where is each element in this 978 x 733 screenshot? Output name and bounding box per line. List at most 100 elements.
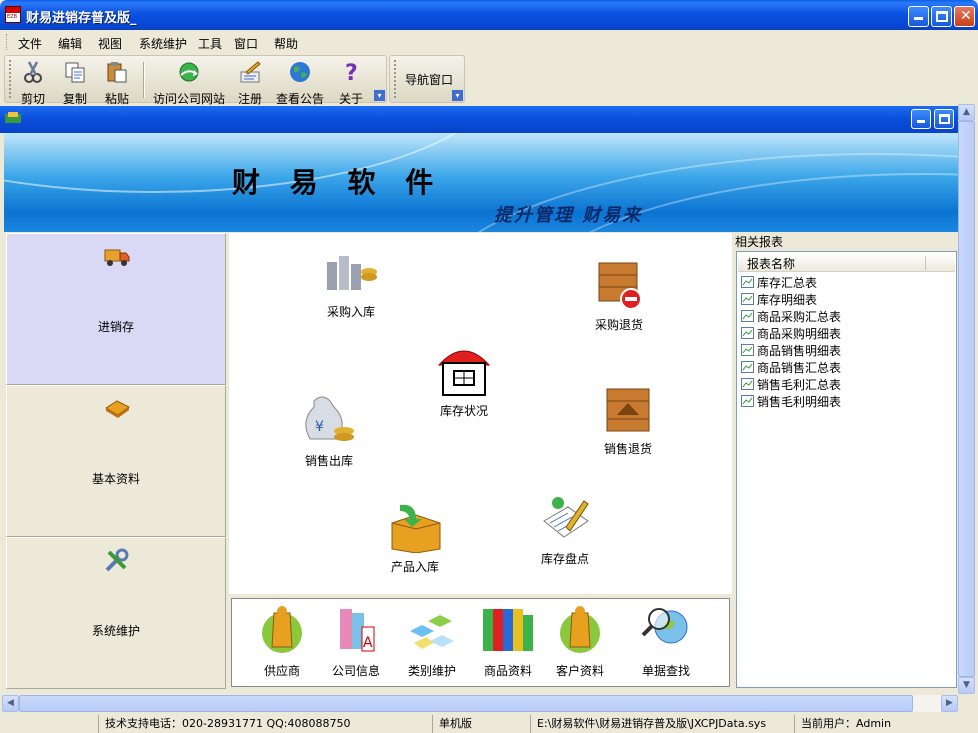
stock-check-button[interactable]: 库存盘点 (535, 491, 595, 567)
document-search-label: 单据查找 (641, 664, 690, 678)
nav-item-inventory[interactable]: 进销存 (6, 233, 226, 385)
scroll-right-button[interactable]: ▶ (941, 695, 958, 712)
nav-window-label: 导航窗口 (404, 73, 453, 87)
supplier-button[interactable]: 供应商 (254, 603, 310, 679)
horizontal-scroll-thumb[interactable] (19, 695, 913, 712)
tools-icon (105, 548, 129, 572)
nav-item-label: 系统维护 (91, 624, 140, 638)
status-path: E:\财易软件\财易进销存普及版\JXCPJData.sys (530, 715, 794, 733)
purchase-return-button[interactable]: 采购退货 (591, 257, 647, 333)
close-button[interactable]: ✕ (954, 6, 975, 27)
category-maintenance-button[interactable]: 类别维护 (402, 603, 462, 679)
svg-text:¥: ¥ (315, 419, 324, 435)
nav-item-label: 基本资料 (91, 472, 140, 486)
report-item[interactable]: 商品销售汇总表 (741, 359, 841, 376)
child-minimize-button[interactable] (911, 109, 931, 129)
report-item[interactable]: 商品销售明细表 (741, 342, 841, 359)
view-announcement-label: 查看公告 (275, 92, 324, 106)
cut-button[interactable]: 剪切 (17, 60, 49, 107)
toolbar-overflow-icon[interactable]: ▾ (452, 90, 463, 101)
column-header-name: 报表名称 (747, 257, 796, 271)
globe-arrow-icon (179, 62, 199, 82)
product-data-button[interactable]: 商品资料 (478, 603, 538, 679)
company-info-button[interactable]: A 公司信息 (326, 603, 386, 679)
stock-status-label: 库存状况 (439, 404, 488, 418)
purchase-in-button[interactable]: 采购入库 (321, 250, 381, 320)
box-return-icon (598, 262, 642, 310)
customer-data-button[interactable]: 客户资料 (552, 603, 608, 679)
supplier-label: 供应商 (263, 664, 300, 678)
sales-out-button[interactable]: ¥ 销售出库 (299, 391, 359, 469)
report-item[interactable]: 销售毛利汇总表 (741, 376, 841, 393)
report-item[interactable]: 库存明细表 (741, 291, 817, 308)
warehouse-icon (437, 350, 491, 396)
child-maximize-button[interactable] (934, 109, 954, 129)
toolbar-overflow-icon[interactable]: ▾ (374, 90, 385, 101)
nav-window-button[interactable]: 导航窗口 (399, 71, 459, 88)
scroll-left-button[interactable]: ◀ (2, 695, 19, 712)
horizontal-scrollbar[interactable]: ◀ ▶ (2, 695, 958, 712)
sales-return-button[interactable]: 销售退货 (600, 383, 656, 457)
document-search-button[interactable]: 单据查找 (636, 603, 696, 679)
report-item[interactable]: 销售毛利明细表 (741, 393, 841, 410)
quick-access-panel: 供应商 A 公司信息 类别维护 商品资料 客户资料 单据查找 (231, 598, 730, 687)
vertical-scrollbar[interactable]: ▲ ▼ (958, 104, 975, 694)
copy-button[interactable]: 复制 (59, 60, 91, 107)
report-item-label: 商品采购汇总表 (757, 310, 842, 324)
menu-file[interactable]: 文件 (18, 35, 42, 52)
report-chart-icon (741, 293, 754, 305)
close-icon: ✕ (960, 8, 972, 24)
vertical-scroll-thumb[interactable] (958, 121, 975, 677)
nav-item-basic-data[interactable]: 基本资料 (6, 385, 226, 537)
nav-toolbar: 导航窗口 ▾ (389, 55, 465, 103)
svg-text:?: ? (345, 61, 358, 84)
about-button[interactable]: ? 关于 (335, 60, 367, 107)
view-announcement-button[interactable]: 查看公告 (275, 60, 325, 107)
main-toolbar: 剪切 复制 粘贴 访问公司网站 注册 查看公告 ? 关于 ▾ (4, 55, 387, 106)
box-up-arrow-icon (606, 388, 650, 432)
product-in-button[interactable]: 产品入库 (385, 501, 445, 575)
report-item-label: 商品销售汇总表 (757, 361, 842, 375)
report-item[interactable]: 库存汇总表 (741, 274, 817, 291)
status-support: 技术支持电话：020-28931771 QQ:408088750 (98, 715, 432, 733)
minimize-button[interactable] (908, 6, 929, 27)
blocks-icon (410, 615, 454, 649)
report-item[interactable]: 商品采购汇总表 (741, 308, 841, 325)
about-label: 关于 (338, 92, 363, 106)
maximize-button[interactable] (931, 6, 952, 27)
scroll-down-button[interactable]: ▼ (958, 677, 975, 694)
customer-data-label: 客户资料 (555, 664, 604, 678)
scroll-up-button[interactable]: ▲ (958, 104, 975, 121)
menu-window[interactable]: 窗口 (234, 35, 258, 52)
toolbar-grip[interactable] (9, 60, 12, 98)
reports-header: 相关报表 (735, 235, 784, 249)
money-bag-icon: ¥ (305, 396, 354, 441)
open-box-icon (391, 504, 441, 554)
register-button[interactable]: 注册 (234, 60, 266, 107)
left-nav: 进销存 基本资料 系统维护 (6, 233, 226, 689)
child-window-icon (5, 112, 21, 123)
menu-help[interactable]: 帮助 (274, 35, 298, 52)
visit-website-button[interactable]: 访问公司网站 (151, 60, 227, 107)
stock-status-button[interactable]: 库存状况 (434, 341, 494, 419)
status-bar: 技术支持电话：020-28931771 QQ:408088750 单机版 E:\… (0, 713, 978, 733)
toolbar-separator (143, 62, 145, 98)
report-item-label: 商品销售明细表 (757, 344, 842, 358)
customer-icon (560, 606, 600, 653)
app-icon (5, 6, 21, 23)
menu-system[interactable]: 系统维护 (139, 35, 187, 52)
visit-website-label: 访问公司网站 (152, 92, 225, 106)
toolbar-grip[interactable] (394, 60, 397, 98)
menu-tools[interactable]: 工具 (198, 35, 222, 52)
cut-label: 剪切 (20, 92, 45, 106)
report-item[interactable]: 商品采购明细表 (741, 325, 841, 342)
paste-button[interactable]: 粘贴 (101, 60, 133, 107)
column-header[interactable]: 报表名称 (738, 253, 955, 272)
menu-edit[interactable]: 编辑 (58, 35, 82, 52)
register-icon (240, 61, 261, 83)
book-icon (105, 400, 130, 418)
menu-view[interactable]: 视图 (98, 35, 122, 52)
nav-item-system-maintenance[interactable]: 系统维护 (6, 537, 226, 689)
reports-list: 报表名称 库存汇总表 库存明细表 商品采购汇总表 商品采购明细表 商品销售明细表… (736, 251, 957, 688)
window-title: 财易进销存普及版_ (26, 11, 137, 26)
